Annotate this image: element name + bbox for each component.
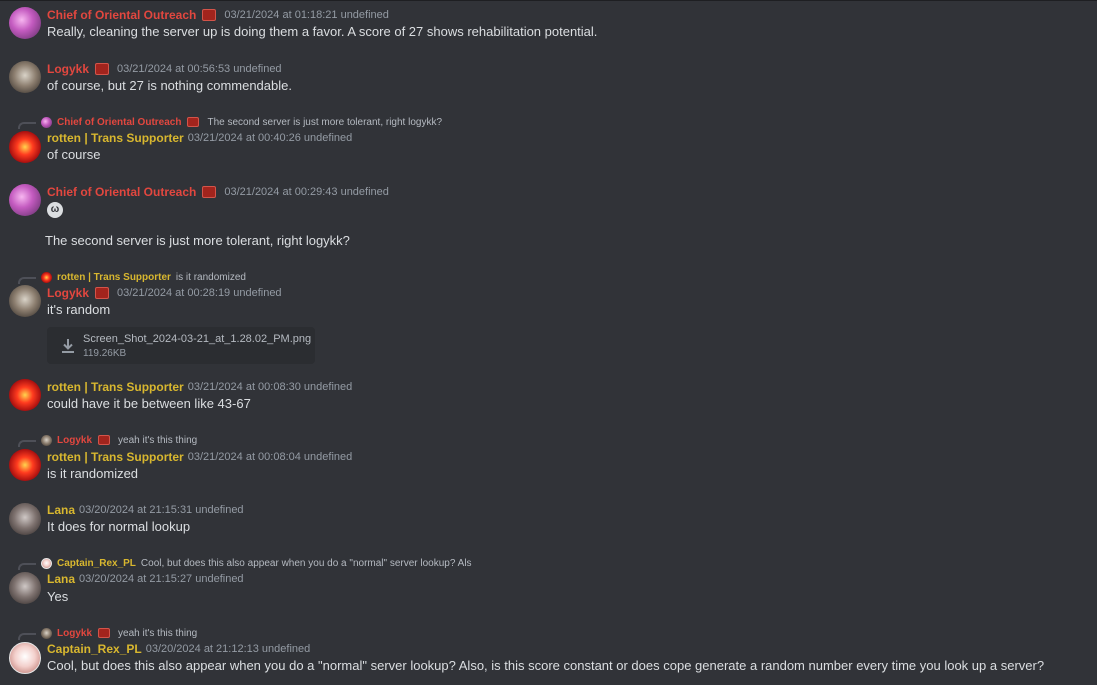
author-name[interactable]: Captain_Rex_PL xyxy=(47,641,142,657)
timestamp: 03/20/2024 at 21:12:13 undefined xyxy=(145,643,311,655)
role-badge-icon xyxy=(95,63,110,75)
message-header: Lana 03/20/2024 at 21:15:31 undefined xyxy=(47,502,244,518)
author-name[interactable]: rotten | Trans Supporter xyxy=(47,379,184,395)
author-name[interactable]: Chief of Oriental Outreach xyxy=(47,184,196,200)
reply-preview[interactable]: Chief of Oriental Outreach The second se… xyxy=(18,115,442,129)
timestamp: 03/21/2024 at 00:28:19 undefined xyxy=(117,287,282,299)
role-badge-icon xyxy=(95,287,110,299)
reply-preview[interactable]: Captain_Rex_PL Cool, but does this also … xyxy=(18,556,472,570)
avatar[interactable] xyxy=(9,131,41,163)
message-text: of course xyxy=(47,147,101,162)
avatar[interactable] xyxy=(9,642,41,674)
message-header: Lana 03/20/2024 at 21:15:27 undefined xyxy=(47,571,244,587)
reply-spine xyxy=(18,632,36,640)
message-header: Chief of Oriental Outreach 03/21/2024 at… xyxy=(47,7,389,23)
message-text: It does for normal lookup xyxy=(47,519,191,534)
message-text: is it randomized xyxy=(47,466,139,481)
timestamp: 03/20/2024 at 21:15:27 undefined xyxy=(79,573,244,585)
reply-author[interactable]: Logykk xyxy=(57,435,92,446)
role-badge-icon xyxy=(187,117,200,127)
timestamp: 03/21/2024 at 00:40:26 undefined xyxy=(187,132,353,144)
message-text: Cool, but does this also appear when you… xyxy=(47,658,1045,673)
author-name[interactable]: Lana xyxy=(47,502,75,518)
reply-author[interactable]: Captain_Rex_PL xyxy=(57,558,136,569)
reply-spine xyxy=(18,276,36,284)
role-badge-icon xyxy=(202,9,217,21)
download-icon[interactable] xyxy=(59,337,77,355)
reply-avatar xyxy=(41,557,52,569)
avatar[interactable] xyxy=(9,184,41,216)
message-text: of course, but 27 is nothing commendable… xyxy=(47,78,292,93)
author-name[interactable]: Logykk xyxy=(47,61,89,77)
timestamp: 03/21/2024 at 00:08:04 undefined xyxy=(187,451,353,463)
reply-preview[interactable]: Logykk yeah it's this thing xyxy=(18,433,197,447)
timestamp: 03/21/2024 at 01:18:21 undefined xyxy=(224,9,389,21)
avatar[interactable] xyxy=(9,379,41,411)
message-text: Really, cleaning the server up is doing … xyxy=(47,24,598,39)
avatar[interactable] xyxy=(9,449,41,481)
timestamp: 03/21/2024 at 00:56:53 undefined xyxy=(117,63,282,75)
reply-text: yeah it's this thing xyxy=(118,627,198,639)
reply-text: yeah it's this thing xyxy=(118,434,198,446)
message-header: rotten | Trans Supporter 03/21/2024 at 0… xyxy=(47,449,352,465)
reply-spine xyxy=(18,121,36,129)
avatar[interactable] xyxy=(9,285,41,317)
attachment-filename[interactable]: Screen_Shot_2024-03-21_at_1.28.02_PM.png xyxy=(83,333,311,345)
timestamp: 03/21/2024 at 00:29:43 undefined xyxy=(224,186,389,198)
author-name[interactable]: rotten | Trans Supporter xyxy=(47,130,184,146)
reply-preview[interactable]: Logykk yeah it's this thing xyxy=(18,626,197,640)
message-header: rotten | Trans Supporter 03/21/2024 at 0… xyxy=(47,130,352,146)
smiling-imp-emoji-icon: ω xyxy=(47,202,63,218)
attachment-size: 119.26KB xyxy=(83,348,127,359)
file-attachment[interactable]: Screen_Shot_2024-03-21_at_1.28.02_PM.png… xyxy=(47,327,315,364)
message-text: Yes xyxy=(47,589,69,604)
reply-author[interactable]: Chief of Oriental Outreach xyxy=(57,117,181,128)
message-header: Captain_Rex_PL 03/20/2024 at 21:12:13 un… xyxy=(47,641,310,657)
avatar[interactable] xyxy=(9,7,41,39)
timestamp: 03/20/2024 at 21:15:31 undefined xyxy=(79,504,244,516)
message-text: could have it be between like 43-67 xyxy=(47,396,251,411)
author-name[interactable]: Logykk xyxy=(47,285,89,301)
avatar[interactable] xyxy=(9,61,41,93)
role-badge-icon xyxy=(202,186,217,198)
reply-spine xyxy=(18,562,36,570)
reply-author[interactable]: Logykk xyxy=(57,628,92,639)
top-divider xyxy=(0,0,1097,1)
author-name[interactable]: Chief of Oriental Outreach xyxy=(47,7,196,23)
reply-avatar xyxy=(41,116,52,128)
reply-author[interactable]: rotten | Trans Supporter xyxy=(57,272,171,283)
reply-preview[interactable]: rotten | Trans Supporter is it randomize… xyxy=(18,270,246,284)
reply-text: The second server is just more tolerant,… xyxy=(207,116,443,128)
avatar[interactable] xyxy=(9,572,41,604)
reply-spine xyxy=(18,439,36,447)
reply-text: Cool, but does this also appear when you… xyxy=(140,557,472,569)
message-text: it's random xyxy=(47,302,111,317)
message-header: Logykk 03/21/2024 at 00:56:53 undefined xyxy=(47,61,282,77)
message-header: rotten | Trans Supporter 03/21/2024 at 0… xyxy=(47,379,352,395)
role-badge-icon xyxy=(98,628,111,638)
timestamp: 03/21/2024 at 00:08:30 undefined xyxy=(187,381,353,393)
author-name[interactable]: Lana xyxy=(47,571,75,587)
message-header: Chief of Oriental Outreach 03/21/2024 at… xyxy=(47,184,389,200)
message-text: The second server is just more tolerant,… xyxy=(45,233,350,248)
message-header: Logykk 03/21/2024 at 00:28:19 undefined xyxy=(47,285,282,301)
avatar[interactable] xyxy=(9,503,41,535)
reply-avatar xyxy=(41,627,52,639)
reply-avatar xyxy=(41,434,52,446)
reply-text: is it randomized xyxy=(175,271,246,283)
reply-avatar xyxy=(41,271,52,283)
role-badge-icon xyxy=(98,435,111,445)
author-name[interactable]: rotten | Trans Supporter xyxy=(47,449,184,465)
